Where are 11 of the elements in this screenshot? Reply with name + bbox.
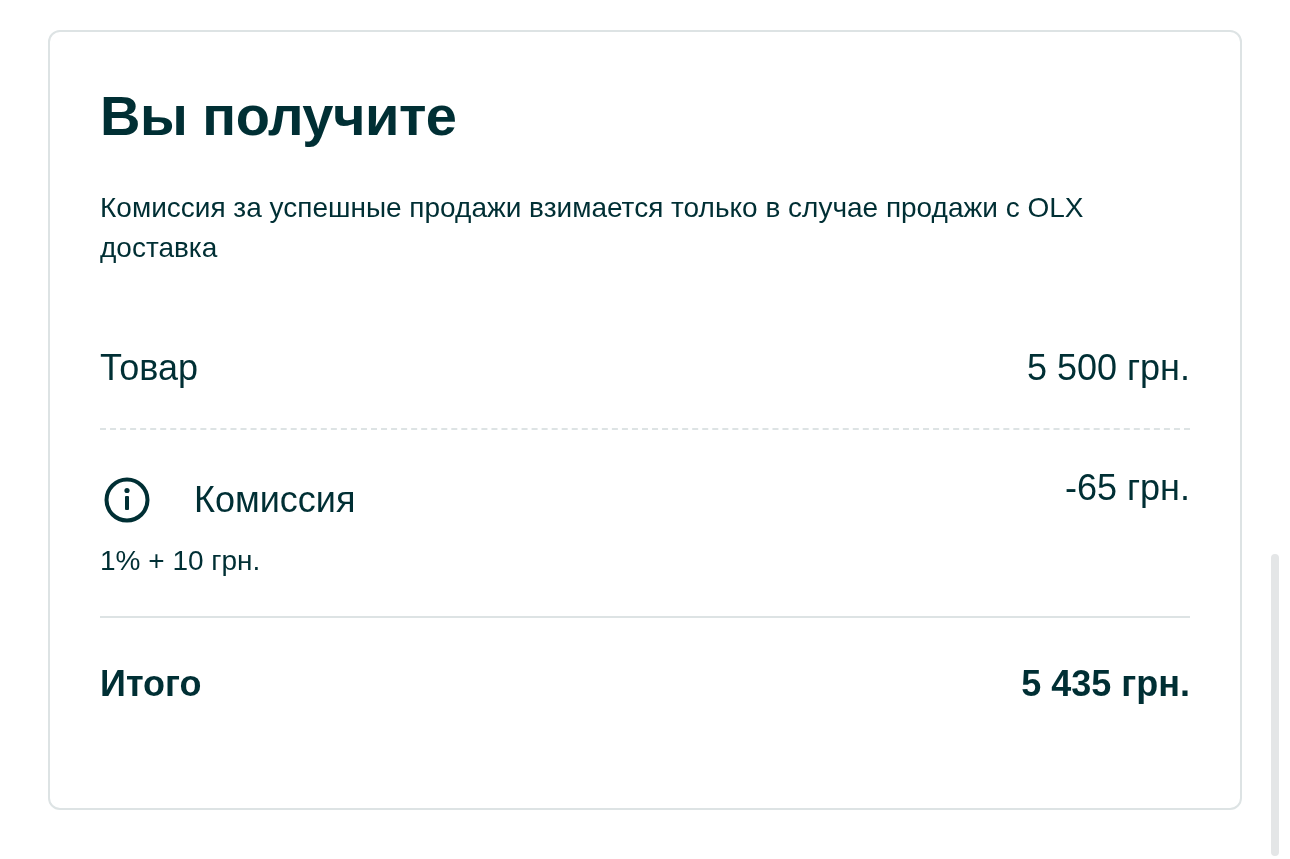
info-icon[interactable] [104, 477, 150, 523]
scrollbar[interactable] [1271, 554, 1279, 856]
fee-note: 1% + 10 грн. [100, 544, 262, 578]
item-label: Товар [100, 346, 198, 390]
fee-amount: -65 грн. [1064, 466, 1190, 510]
description-text: Комиссия за успешные продажи взимается только в случае продажи с OLX доставка [100, 191, 1085, 265]
card-title: Вы получите [100, 84, 458, 148]
fee-label: Комиссия [194, 478, 356, 522]
item-price: 5 500 грн. [1026, 346, 1190, 390]
total-amount: 5 435 грн. [1021, 662, 1190, 706]
total-label: Итого [100, 662, 202, 706]
